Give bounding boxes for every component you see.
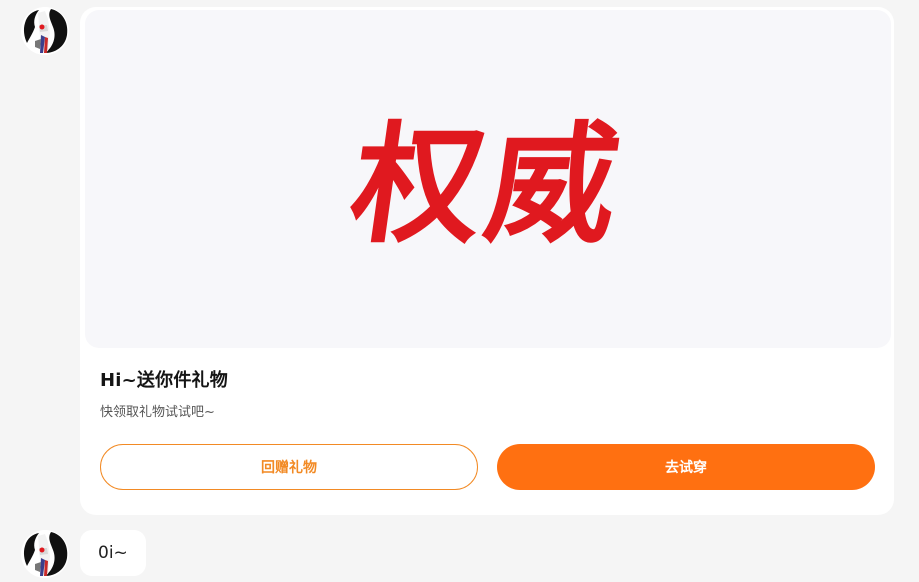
gift-card[interactable]: 权威 Hi~送你件礼物 快领取礼物试试吧~ 回赠礼物 去试穿 bbox=[80, 7, 894, 515]
chat-bubble[interactable]: 0i~ bbox=[80, 530, 146, 576]
try-on-button-label: 去试穿 bbox=[665, 460, 707, 476]
chat-bubble-text: 0i~ bbox=[98, 543, 128, 563]
gift-calligraphy-text: 权威 bbox=[342, 108, 633, 261]
try-on-button[interactable]: 去试穿 bbox=[497, 444, 875, 490]
avatar[interactable] bbox=[21, 7, 69, 55]
avatar-image bbox=[21, 530, 69, 578]
gift-preview-image: 权威 bbox=[85, 10, 891, 348]
gift-card-title: Hi~送你件礼物 bbox=[100, 370, 228, 391]
return-gift-button-label: 回赠礼物 bbox=[261, 460, 317, 476]
avatar-image bbox=[21, 7, 69, 55]
return-gift-button[interactable]: 回赠礼物 bbox=[100, 444, 478, 490]
gift-calligraphy-image: 权威 bbox=[342, 108, 633, 261]
avatar[interactable] bbox=[21, 530, 69, 578]
gift-message: 权威 Hi~送你件礼物 快领取礼物试试吧~ 回赠礼物 去试穿 bbox=[0, 0, 919, 520]
gift-card-subtitle: 快领取礼物试试吧~ bbox=[100, 405, 215, 420]
